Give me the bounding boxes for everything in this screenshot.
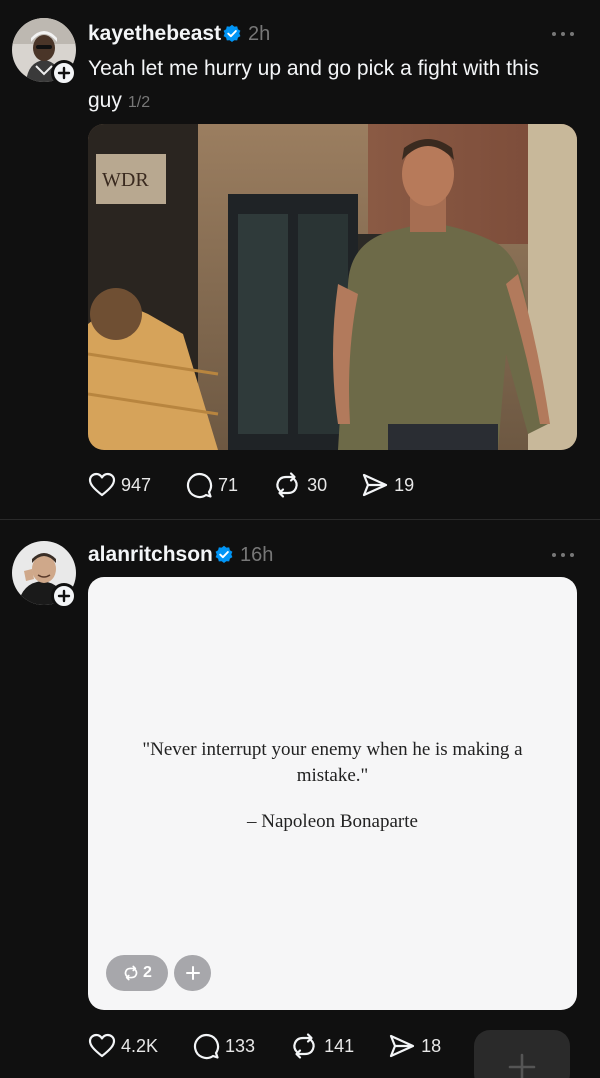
page-indicator: 1/2 xyxy=(127,94,151,111)
share-count: 18 xyxy=(421,1035,442,1056)
comment-button[interactable]: 133 xyxy=(192,1032,255,1060)
share-count: 19 xyxy=(394,474,415,495)
repost-count-pill[interactable]: 2 xyxy=(106,955,168,991)
heart-icon xyxy=(88,472,116,497)
comment-icon xyxy=(193,1033,220,1060)
like-count: 4.2K xyxy=(121,1035,159,1056)
verified-badge-icon xyxy=(223,24,241,42)
repost-icon xyxy=(276,472,298,498)
username[interactable]: kayethebeast xyxy=(88,22,221,46)
post-kayethebeast: kayethebeast 2h Yeah let me hurry up and… xyxy=(0,0,600,519)
quote-attribution: – Napoleon Bonaparte xyxy=(247,811,418,832)
repost-icon xyxy=(124,965,138,981)
post-actions: 4.2K 133 141 18 xyxy=(88,1031,475,1061)
repost-button[interactable]: 30 xyxy=(272,471,327,499)
share-button[interactable]: 18 xyxy=(388,1033,441,1059)
verified-badge-icon xyxy=(215,545,233,563)
more-icon[interactable] xyxy=(552,32,574,38)
username[interactable]: alanritchson xyxy=(88,543,213,567)
divider xyxy=(0,519,600,520)
like-button[interactable]: 4.2K xyxy=(88,1033,158,1059)
comment-icon xyxy=(186,472,213,499)
repost-button[interactable]: 141 xyxy=(289,1032,354,1060)
share-button[interactable]: 19 xyxy=(361,472,414,498)
repost-icon xyxy=(293,1033,315,1059)
more-icon[interactable] xyxy=(552,553,574,559)
repost-count: 141 xyxy=(324,1035,355,1056)
comment-count: 133 xyxy=(225,1035,256,1056)
share-icon xyxy=(363,473,388,497)
like-count: 947 xyxy=(121,474,152,495)
plus-icon xyxy=(508,1053,536,1078)
add-button[interactable] xyxy=(174,955,211,991)
pill-repost-count: 2 xyxy=(143,964,152,981)
follow-button[interactable] xyxy=(51,60,77,86)
quote-card[interactable]: "Never interrupt your enemy when he is m… xyxy=(88,577,577,1010)
new-post-button[interactable] xyxy=(474,1030,570,1078)
comment-count: 71 xyxy=(218,474,239,495)
comment-button[interactable]: 71 xyxy=(185,471,238,499)
post-caption: Yeah let me hurry up and go pick a fight… xyxy=(88,53,568,119)
plus-icon xyxy=(185,966,200,980)
share-icon xyxy=(390,1034,415,1058)
follow-button[interactable] xyxy=(51,583,77,609)
storefront-sign: WDR xyxy=(102,169,149,191)
post-time: 2h xyxy=(248,23,271,45)
like-button[interactable]: 947 xyxy=(88,472,151,498)
post-actions: 947 71 30 19 xyxy=(88,470,448,500)
caption-text: Yeah let me hurry up and go pick a fight… xyxy=(88,57,539,112)
post-time: 16h xyxy=(240,544,274,566)
heart-icon xyxy=(88,1033,116,1058)
quote-text: "Never interrupt your enemy when he is m… xyxy=(142,739,523,786)
post-photo[interactable]: WDR xyxy=(88,124,577,450)
repost-count: 30 xyxy=(307,474,328,495)
